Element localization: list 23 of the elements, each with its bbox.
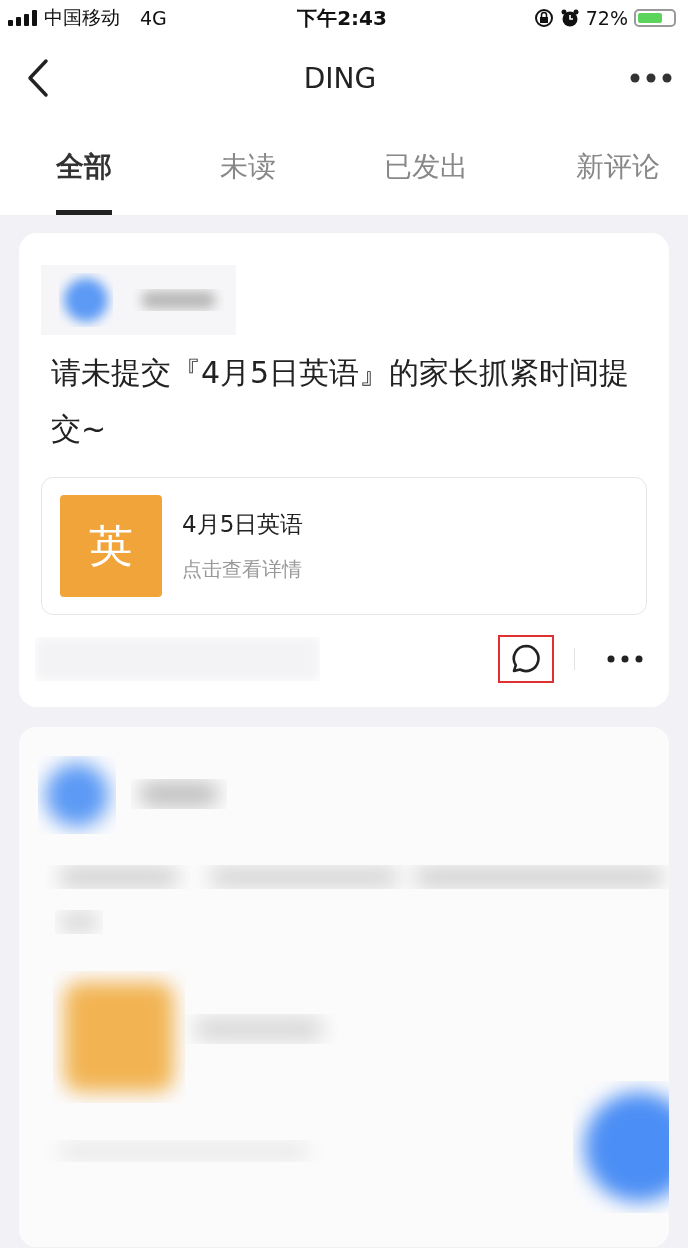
attachment-title: 4月5日英语	[182, 510, 304, 539]
more-icon[interactable]	[630, 73, 672, 83]
network-type: 4G	[140, 7, 167, 29]
tab[interactable]: 已发出	[384, 120, 468, 215]
rotation-lock-icon	[533, 8, 554, 28]
tab[interactable]: 未读	[220, 120, 276, 215]
subject-badge: 英	[60, 495, 162, 597]
battery-icon	[634, 9, 676, 27]
battery-percent: 72%	[585, 7, 628, 29]
page-title: DING	[303, 61, 377, 95]
attachment-card[interactable]: 英 4月5日英语 点击查看详情	[41, 477, 647, 615]
comment-icon	[510, 643, 542, 675]
tab[interactable]: 新评论	[576, 120, 660, 215]
attachment-subtitle: 点击查看详情	[182, 556, 303, 583]
back-icon[interactable]	[26, 58, 50, 98]
status-time: 下午2:43	[297, 4, 387, 32]
comment-button[interactable]	[498, 635, 554, 683]
alarm-icon	[559, 8, 580, 28]
signal-icon	[8, 10, 38, 26]
tab[interactable]: 全部	[56, 120, 112, 215]
carrier-name: 中国移动	[44, 5, 120, 30]
more-icon[interactable]	[607, 655, 643, 663]
message-text: 请未提交『4月5日英语』的家长抓紧时间提交~	[50, 354, 631, 448]
